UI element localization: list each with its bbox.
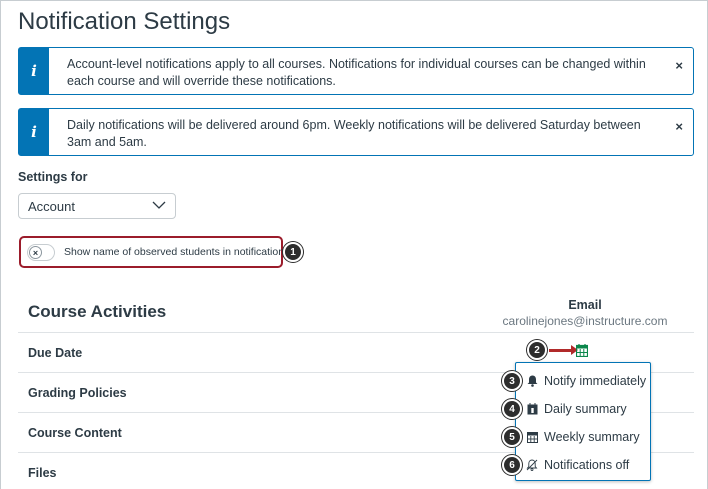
callout-badge-2: 2: [527, 340, 547, 360]
callout-badge-1: 1: [283, 242, 303, 262]
bell-icon: [526, 375, 538, 387]
menu-item-daily-summary[interactable]: Daily summary: [526, 398, 627, 420]
menu-item-label: Notifications off: [544, 458, 630, 472]
menu-item-notifications-off[interactable]: Notifications off: [526, 454, 629, 476]
callout-badge-4: 4: [502, 399, 522, 419]
page-title: Notification Settings: [18, 8, 231, 35]
callout-badge-5: 5: [502, 427, 522, 447]
close-icon[interactable]: ×: [675, 58, 683, 73]
section-title: Course Activities: [28, 302, 167, 321]
bell-off-icon: [526, 459, 538, 471]
callout-badge-6: 6: [502, 455, 522, 475]
account-level-alert: i Account-level notifications apply to a…: [18, 47, 694, 95]
observed-students-toggle-highlight: × Show name of observed students in noti…: [19, 236, 289, 268]
row-label: Course Content: [28, 426, 122, 440]
settings-for-label: Settings for: [18, 170, 88, 184]
row-label: Files: [28, 466, 57, 480]
select-value: Account: [28, 198, 75, 214]
notification-frequency-menu: Notify immediately Daily summary Weekly …: [515, 362, 651, 481]
toggle-label: Show name of observed students in notifi…: [64, 246, 290, 258]
menu-item-label: Weekly summary: [544, 430, 640, 444]
close-icon[interactable]: ×: [675, 119, 683, 134]
channel-address: carolinejones@instructure.com: [502, 314, 668, 328]
calendar-week-icon[interactable]: [575, 344, 589, 358]
info-icon: i: [19, 109, 49, 155]
menu-item-notify-immediately[interactable]: Notify immediately: [526, 370, 646, 392]
alert-message: Account-level notifications apply to all…: [67, 57, 646, 88]
settings-for-select[interactable]: Account: [18, 193, 176, 219]
chevron-down-icon: [152, 200, 166, 212]
callout-arrow: [549, 345, 578, 355]
menu-item-label: Notify immediately: [544, 374, 647, 388]
channel-name: Email: [568, 298, 602, 312]
menu-item-weekly-summary[interactable]: Weekly summary: [526, 426, 640, 448]
info-icon: i: [19, 48, 49, 94]
observed-students-toggle[interactable]: ×: [27, 243, 55, 261]
calendar-week-icon: [526, 431, 538, 443]
calendar-day-icon: [526, 403, 538, 415]
toggle-knob: ×: [29, 245, 42, 259]
callout-badge-3: 3: [502, 371, 522, 391]
row-label: Due Date: [28, 346, 83, 360]
menu-item-label: Daily summary: [544, 402, 627, 416]
alert-message: Daily notifications will be delivered ar…: [67, 118, 641, 149]
delivery-time-alert: i Daily notifications will be delivered …: [18, 108, 694, 156]
row-label: Grading Policies: [28, 386, 127, 400]
email-column-header: Email carolinejones@instructure.com: [500, 298, 670, 328]
